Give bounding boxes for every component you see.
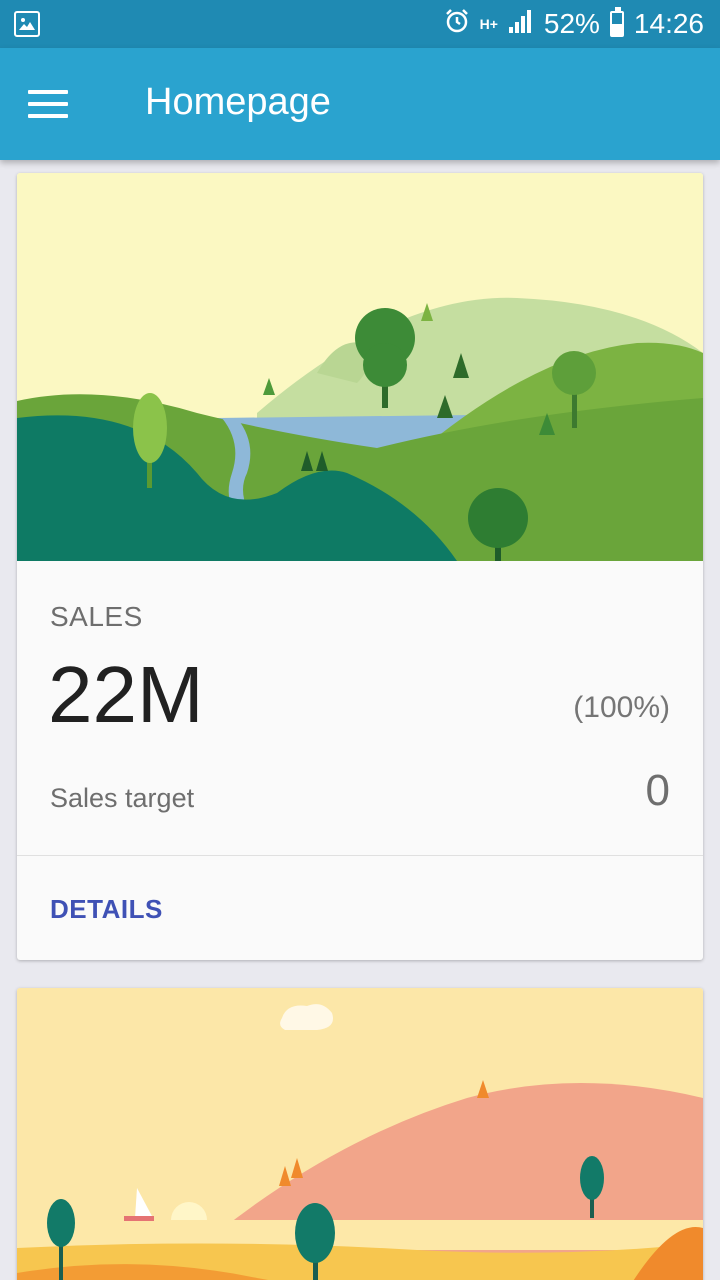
battery-percent: 52% xyxy=(543,8,600,39)
network-type-label: H+ xyxy=(479,16,498,32)
clock: 14:26 xyxy=(633,8,704,39)
app-bar: Homepage xyxy=(0,48,720,160)
alarm-icon xyxy=(444,8,470,41)
gallery-icon xyxy=(14,11,40,37)
sales-target-label: Sales target xyxy=(50,783,195,813)
details-button[interactable]: DETAILS xyxy=(50,894,163,925)
sales-target-value: 0 xyxy=(645,766,670,815)
sales-percent: (100%) xyxy=(573,691,670,724)
hamburger-menu-icon[interactable] xyxy=(18,74,78,134)
card-actions: DETAILS xyxy=(17,856,703,960)
network-h-plus-icon: H+ xyxy=(480,17,498,31)
sales-value: 22M xyxy=(48,650,204,739)
sales-label: SALES xyxy=(50,601,143,632)
battery-icon xyxy=(609,7,624,37)
status-bar: H+ 52% 14:26 xyxy=(0,0,720,48)
page-title: Homepage xyxy=(145,81,331,123)
sales-card: SALES 22M (100%) Sales target 0 DETAILS xyxy=(17,173,703,960)
status-icons: H+ 52% 14:26 xyxy=(444,6,704,42)
landscape-illustration xyxy=(17,173,703,561)
sales-card-body: SALES 22M (100%) Sales target 0 xyxy=(17,561,703,855)
autumn-landscape-illustration xyxy=(17,988,703,1280)
signal-icon xyxy=(508,8,534,40)
battery-fill xyxy=(611,23,622,35)
autumn-card xyxy=(17,988,703,1280)
